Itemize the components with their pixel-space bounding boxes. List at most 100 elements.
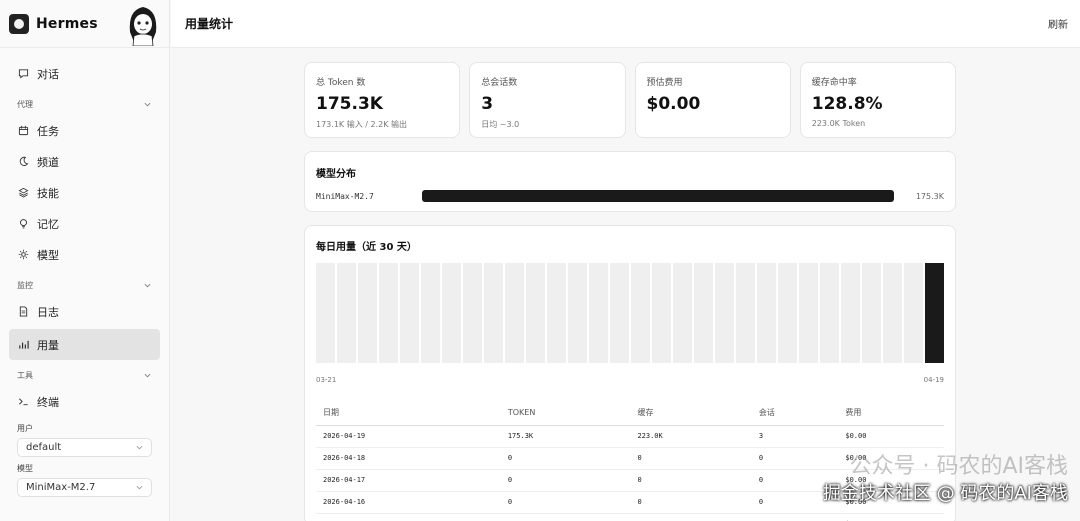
section-tools[interactable]: 工具: [0, 364, 169, 386]
refresh-button[interactable]: 刷新: [1048, 16, 1068, 31]
chevron-down-icon: [136, 485, 143, 490]
daily-bar-track: [694, 263, 713, 363]
daily-usage-chart: [316, 263, 944, 363]
table-cell: 2026-04-18: [316, 447, 501, 470]
sidebar-item-logs[interactable]: 日志: [0, 296, 160, 327]
sidebar-item-memory[interactable]: 记忆: [0, 208, 160, 239]
sidebar-item-label: 对话: [37, 67, 59, 81]
chevron-down-icon: [136, 445, 143, 450]
hermes-logo-icon: [9, 13, 29, 34]
stat-label: 总会话数: [481, 78, 518, 88]
sidebar-item-label: 终端: [37, 395, 59, 409]
table-cell: 2026-04-16: [316, 491, 501, 514]
sidebar-item-label: 记忆: [37, 217, 59, 231]
daily-bar-track: [883, 263, 902, 363]
stat-sub: 日均 ~3.0: [481, 120, 520, 129]
stat-value: 175.3K: [316, 94, 383, 114]
stat-sub: 223.0K Token: [811, 119, 866, 128]
user-select-value: default: [26, 442, 62, 453]
stat-card-cache-hit-rate: 缓存命中率 128.8% 223.0K Token: [799, 62, 956, 138]
x-axis-start-label: 03-21: [316, 376, 337, 384]
bar-chart-icon: [18, 339, 29, 350]
table-row: 2026-04-19 175.3K 223.0K 3 $0.00: [316, 425, 944, 448]
daily-bar-track: [547, 263, 566, 363]
daily-bar-track: [904, 263, 923, 363]
sidebar-item-label: 日志: [37, 305, 59, 319]
table-cell: 0: [630, 513, 752, 521]
sidebar-item-usage[interactable]: 用量: [9, 329, 160, 360]
table-cell: $0.00: [838, 513, 944, 521]
stat-card-total-tokens: 总 Token 数 175.3K 173.1K 输入 / 2.2K 输出: [304, 62, 461, 138]
model-distribution-title: 模型分布: [316, 169, 356, 180]
page-title: 用量统计: [185, 17, 234, 31]
daily-bar-track: [736, 263, 755, 363]
stat-label: 总 Token 数: [316, 78, 366, 88]
daily-bar-track: [610, 263, 629, 363]
sidebar-item-terminal[interactable]: 终端: [0, 386, 160, 417]
chat-icon: [18, 68, 29, 79]
stat-value: 128.8%: [811, 94, 883, 114]
daily-bar-track: [820, 263, 839, 363]
daily-usage-panel: 每日用量（近 30 天） 03-21 04-19 日期 TOKEN 缓存 会话 …: [304, 225, 956, 521]
daily-bar-track: [799, 263, 818, 363]
sidebar-item-chat[interactable]: 对话: [0, 58, 160, 89]
daily-bar-track: [421, 263, 440, 363]
chevron-down-icon: [144, 373, 151, 377]
table-cell: $0.00: [838, 447, 944, 470]
table-cell: 2026-04-19: [316, 425, 501, 448]
usage-content: 总 Token 数 175.3K 173.1K 输入 / 2.2K 输出 总会话…: [304, 62, 956, 521]
column-header-sessions[interactable]: 会话: [751, 401, 839, 426]
chart-x-axis: 03-21 04-19: [316, 376, 944, 384]
user-select[interactable]: default: [17, 438, 152, 457]
brand-name: Hermes: [36, 15, 98, 32]
daily-bar-track: [400, 263, 419, 363]
table-cell: 0: [630, 469, 752, 492]
column-header-cost[interactable]: 费用: [838, 401, 944, 426]
daily-bar-track: [379, 263, 398, 363]
user-label: 用户: [17, 424, 33, 433]
moon-icon: [18, 156, 29, 167]
sidebar-item-tasks[interactable]: 任务: [0, 115, 160, 146]
layers-icon: [18, 187, 29, 198]
daily-usage-table: 日期 TOKEN 缓存 会话 费用 2026-04-19 175.3K 223.…: [316, 401, 944, 521]
daily-bar[interactable]: [925, 263, 944, 363]
stat-label: 缓存命中率: [811, 78, 857, 88]
chevron-down-icon: [144, 102, 151, 106]
daily-bar-track: [442, 263, 461, 363]
daily-bar-track: [316, 263, 335, 363]
model-distribution-panel: 模型分布 MiniMax-M2.7 175.3K: [304, 151, 956, 212]
table-cell: 0: [500, 447, 631, 470]
daily-bar-track: [673, 263, 692, 363]
table-header-row: 日期 TOKEN 缓存 会话 费用: [316, 401, 944, 426]
column-header-cache[interactable]: 缓存: [630, 401, 752, 426]
table-row: 2026-04-17 0 0 0 $0.00: [316, 469, 944, 492]
model-select[interactable]: MiniMax-M2.7: [17, 478, 152, 497]
calendar-icon: [18, 125, 29, 136]
table-cell: 2026-04-17: [316, 469, 501, 492]
daily-usage-title: 每日用量（近 30 天）: [316, 242, 417, 253]
column-header-date[interactable]: 日期: [316, 401, 501, 426]
table-cell: 223.0K: [630, 425, 752, 448]
section-monitor-label: 监控: [17, 280, 33, 290]
sidebar: Hermes 对话 代理 任务 频道 技能 记忆 模型 监控 日志 用量 工具 …: [0, 0, 170, 521]
table-cell: 3: [751, 425, 839, 448]
column-header-token[interactable]: TOKEN: [500, 401, 631, 426]
model-token-value: 175.3K: [915, 191, 944, 201]
daily-bar-track: [715, 263, 734, 363]
sidebar-item-skills[interactable]: 技能: [0, 177, 160, 208]
stat-label: 预估费用: [646, 78, 683, 88]
section-agent[interactable]: 代理: [0, 93, 169, 115]
top-bar: 用量统计 刷新: [171, 0, 1080, 48]
terminal-icon: [18, 396, 29, 407]
table-cell: 0: [751, 513, 839, 521]
section-monitor[interactable]: 监控: [0, 274, 169, 296]
stat-sub: 173.1K 输入 / 2.2K 输出: [316, 120, 407, 129]
sidebar-item-models[interactable]: 模型: [0, 239, 160, 270]
brand-header: Hermes: [0, 0, 169, 48]
sidebar-item-label: 用量: [37, 338, 59, 352]
sidebar-item-channels[interactable]: 频道: [0, 146, 160, 177]
daily-bar-track: [505, 263, 524, 363]
daily-bar-track: [841, 263, 860, 363]
daily-bar-track: [568, 263, 587, 363]
stat-value: 3: [481, 94, 494, 114]
